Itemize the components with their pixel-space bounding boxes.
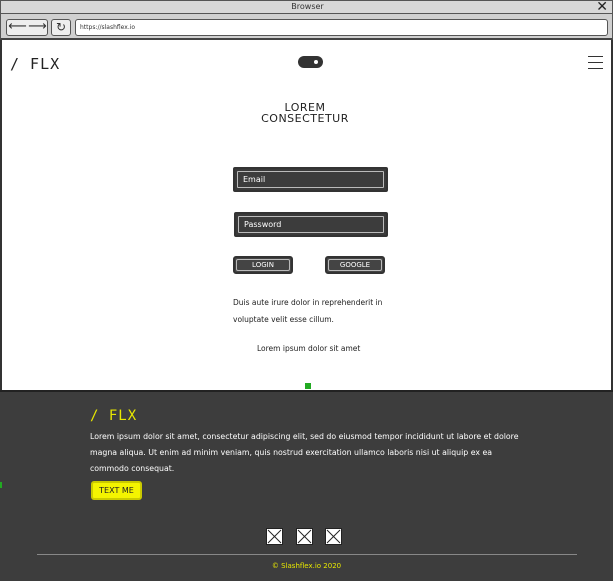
password-field[interactable]: Password <box>234 212 388 237</box>
image-placeholder-icon[interactable] <box>266 528 283 545</box>
page-content: / FLX LOREM CONSECTETUR Email Password L… <box>0 40 613 390</box>
login-note-line2: voluptate velit esse cillum. <box>233 315 334 324</box>
footer-logo[interactable]: / FLX <box>90 408 137 424</box>
login-button-label: LOGIN <box>252 261 274 269</box>
password-field-label: Password <box>244 220 282 229</box>
hamburger-menu-icon[interactable] <box>588 56 603 69</box>
email-field-label: Email <box>243 175 266 184</box>
page-title-line2: CONSECTETUR <box>261 112 349 125</box>
page-title: LOREM CONSECTETUR <box>202 102 408 124</box>
copyright-text: © Slashflex.io 2020 <box>271 562 342 570</box>
toggle-knob <box>312 58 320 66</box>
image-placeholder-icon[interactable] <box>296 528 313 545</box>
theme-toggle-icon[interactable] <box>298 56 323 68</box>
google-button[interactable]: GOOGLE <box>325 256 385 274</box>
footer-description: Lorem ipsum dolor sit amet, consectetur … <box>90 432 519 473</box>
close-icon[interactable]: ✕ <box>596 0 608 15</box>
address-bar[interactable]: https://slashflex.io <box>75 19 608 36</box>
right-arrow-icon[interactable]: ⟶ <box>27 20 48 35</box>
window-titlebar: Browser ✕ <box>0 0 613 15</box>
login-note-line1: Duis aute irure dolor in reprehenderit i… <box>233 298 383 307</box>
email-field[interactable]: Email <box>233 167 388 192</box>
browser-toolbar: ⟵ ⟶ ↻ https://slashflex.io <box>0 14 613 40</box>
site-logo[interactable]: / FLX <box>10 55 60 73</box>
forgot-link[interactable]: Lorem ipsum dolor sit amet <box>257 341 360 357</box>
selection-handle <box>0 482 2 488</box>
image-placeholder-icon[interactable] <box>325 528 342 545</box>
footer-divider <box>37 554 577 555</box>
reload-icon[interactable]: ↻ <box>51 19 71 36</box>
login-button[interactable]: LOGIN <box>233 256 293 274</box>
nav-button-group: ⟵ ⟶ <box>6 19 48 36</box>
text-me-button[interactable]: TEXT ME <box>91 481 142 500</box>
left-arrow-icon[interactable]: ⟵ <box>7 20 28 35</box>
site-footer: / FLX Lorem ipsum dolor sit amet, consec… <box>0 390 613 581</box>
selection-handle <box>305 383 311 389</box>
window-title: Browser <box>291 2 324 11</box>
google-button-label: GOOGLE <box>339 261 371 269</box>
